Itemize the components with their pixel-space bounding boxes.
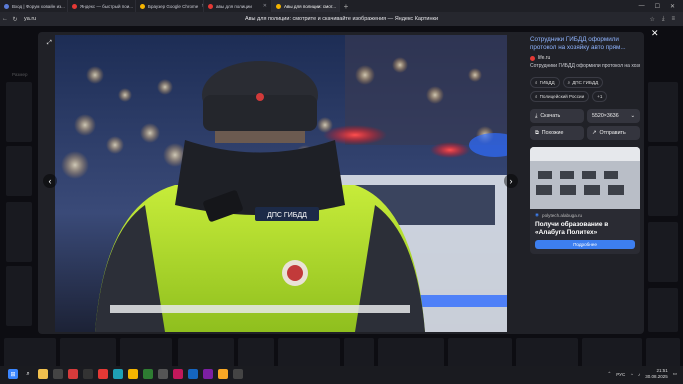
yandex-browser-icon[interactable] [98,369,108,379]
ad-card[interactable]: ◉ polytech.alabuga.ru Получи образование … [530,147,640,254]
fullscreen-icon[interactable]: ⤢ [47,40,52,47]
ad-image [530,147,640,209]
app-icon[interactable] [68,369,78,379]
windows-start-icon[interactable]: ⊞ [8,369,18,379]
share-icon: ↗ [592,130,597,136]
search-icon: ⌕ [535,80,538,85]
search-icon[interactable]: ⌕ [23,369,33,379]
app-icon[interactable] [53,369,63,379]
download-button[interactable]: ⤓ Скачать [530,109,584,123]
tab-police-avatars[interactable]: авы для полиции ✕ [204,0,272,12]
vest-label: ДПС ГИБДД [267,212,307,219]
source-favicon-icon [530,55,535,61]
app-icon[interactable] [158,369,168,379]
more-tags-chip[interactable]: +1 [592,91,608,102]
explorer-icon[interactable] [38,369,48,379]
main-photo[interactable]: ДПС ГИБДД [55,35,507,332]
tab-forum[interactable]: Вход | Форум ховайн из...✕ [0,0,68,12]
app-icon[interactable] [188,369,198,379]
chrome-favicon-icon [140,3,145,9]
images-favicon-icon [276,3,281,9]
tag-chip[interactable]: ⌕ Полицейский России [530,91,590,102]
size-dropdown[interactable]: 5520×3636 ⌄ [587,109,640,123]
ad-domain: ◉ polytech.alabuga.ru [535,212,583,218]
app-icon[interactable] [218,369,228,379]
app-icon[interactable] [173,369,183,379]
language-indicator[interactable]: РУС [616,372,625,377]
edge-icon[interactable] [113,369,123,379]
image-title-link[interactable]: Сотрудники ГИБДД оформили протокол на хо… [530,36,640,52]
system-tray: ⌃ РУС ◔ ♪ 21:51 30.08.2025 ▭ [607,368,677,380]
address-bar: ← ↻ ya.ru Авы для полиции: смотрите и ск… [0,12,683,26]
tab-bar: Вход | Форум ховайн из...✕ Яндекс — быст… [0,0,683,12]
clock[interactable]: 21:51 30.08.2025 [645,368,668,380]
similar-icon: ⧉ [535,129,539,136]
search-icon: ⌕ [535,94,538,99]
next-image-button[interactable]: › [504,174,518,188]
app-icon[interactable] [233,369,243,379]
globe-icon: ◉ [535,212,540,217]
similar-button[interactable]: ⧉ Похожие [530,126,584,140]
chevron-left-icon: ‹ [48,176,52,186]
close-viewer-button[interactable]: ✕ [651,28,659,39]
download-icon: ⤓ [535,112,538,119]
tag-list: ⌕ ГИБДД ⌕ ДПС ГИБДД ⌕ Полицейский России +1 [530,77,640,102]
yandex-favicon-icon [208,3,213,9]
volume-icon[interactable]: ♪ [638,372,640,377]
maximize-button[interactable]: ☐ [655,3,660,10]
wifi-icon[interactable]: ◔ [630,372,633,377]
app-icon[interactable] [203,369,213,379]
tab-police-images-active[interactable]: Авы для полиции: смот...✕ [272,0,340,12]
minimize-button[interactable]: — [639,3,645,10]
chrome-icon[interactable] [128,369,138,379]
police-officer-image: ДПС ГИБДД [55,35,507,332]
taskbar: ⊞ ⌕ ⌃ РУС ◔ ♪ 21:51 30.08.2025 ▭ [0,366,683,384]
image-viewer: ДПС ГИБДД ‹ › ⤢ Сотрудники ГИБДД оформил… [38,32,644,334]
xbox-icon[interactable] [143,369,153,379]
tag-chip[interactable]: ⌕ ДПС ГИБДД [562,77,604,88]
close-window-button[interactable]: ✕ [670,3,675,10]
tray-arrow-icon[interactable]: ⌃ [607,371,611,377]
tab-yandex[interactable]: Яндекс — быстрый пои...✕ [68,0,136,12]
chevron-down-icon: ⌄ [630,113,635,119]
yandex-favicon-icon [72,3,77,9]
new-tab-button[interactable]: + [340,2,352,11]
notifications-icon[interactable]: ▭ [673,371,677,377]
image-description: Сотрудники ГИБДД оформили протокол на хо… [530,63,640,69]
tab-favicon-icon [4,3,9,9]
source-link[interactable]: life.ru [530,55,640,61]
page-title: Авы для полиции: смотрите и скачивайте и… [244,16,439,22]
classroom-image [530,147,640,209]
search-icon: ⌕ [567,80,571,85]
ad-more-button[interactable]: Подробнее [535,240,635,249]
info-panel: Сотрудники ГИБДД оформили протокол на хо… [530,36,640,332]
tag-chip[interactable]: ⌕ ГИБДД [530,77,560,88]
window-controls: — ☐ ✕ [639,3,683,10]
prev-image-button[interactable]: ‹ [43,174,57,188]
page-content: Размер [0,26,683,366]
ad-title[interactable]: Получи образование в «Алабуга Политех» [530,221,640,236]
chevron-right-icon: › [509,176,513,186]
app-icon[interactable] [83,369,93,379]
tab-close-icon[interactable]: ✕ [263,3,267,9]
tab-chrome[interactable]: Браузер Google Chrome✕ [136,0,204,12]
share-button[interactable]: ↗ Отправить [587,126,640,140]
